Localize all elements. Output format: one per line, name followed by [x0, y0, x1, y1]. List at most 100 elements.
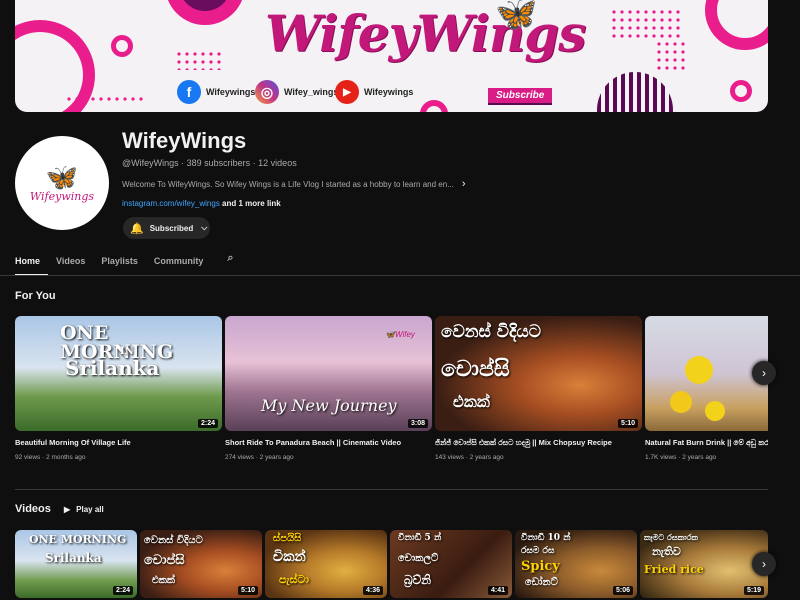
tab-videos[interactable]: Videos	[56, 252, 93, 276]
subscribed-button[interactable]: 🔔 Subscribed ⌵	[123, 217, 210, 239]
thumbnail-overlay-text: වෙනස් විදියට	[441, 322, 541, 342]
lemon-image	[670, 391, 692, 413]
play-all-button[interactable]: ▶ Play all	[64, 505, 104, 514]
banner-subscribe-tag: Subscribe	[488, 88, 553, 105]
thumbnail-overlay-text: එකක්	[453, 392, 490, 411]
video-thumbnail[interactable]: විනාඩි 5 න් චොකලට් බ්‍රව්නි 4:41	[390, 530, 512, 598]
description-text: Welcome To WifeyWings. So Wifey Wings is…	[122, 179, 454, 189]
thumbnail-overlay-text: කෑමට රසකාරක	[644, 532, 699, 542]
thumbnail-overlay-text: චොකලට්	[398, 553, 439, 564]
chevron-right-icon: ›	[762, 557, 766, 571]
video-duration: 5:19	[743, 586, 764, 595]
tabs-divider	[0, 275, 800, 276]
video-duration: 5:06	[612, 586, 633, 595]
channel-meta: @WifeyWings · 389 subscribers · 12 video…	[122, 158, 297, 168]
channel-tabs: Home Videos Playlists Community ⌕	[15, 252, 234, 276]
search-icon[interactable]: ⌕	[227, 252, 233, 276]
video-title[interactable]: ජින්ජ් චොප්සි එකක් රසට හදමු || Mix Chops…	[435, 438, 642, 448]
thumbnail-overlay-text: Srilanka	[65, 356, 160, 380]
video-thumbnail[interactable]: ONE MORNING Srilanka 2:24	[15, 530, 137, 598]
lemon-image	[705, 401, 725, 421]
video-thumbnail[interactable]: වෙනස් විදියට චොප්සි එකක් 5:10	[140, 530, 262, 598]
social-label: Wifeywings	[364, 87, 414, 97]
video-thumbnail[interactable]: ස්පයිසි චිකන් පැස්ටා 4:36	[265, 530, 387, 598]
butterfly-icon: 🦋	[495, 0, 538, 33]
thumbnail-overlay-text: Srilanka	[45, 551, 102, 565]
video-thumbnail[interactable]: ONE MORNING IN Srilanka 2:24	[15, 316, 222, 431]
video-duration: 5:10	[617, 419, 638, 428]
section-title-for-you: For You	[15, 290, 56, 302]
thumbnail-overlay-text: ඩෝනට්	[525, 577, 558, 588]
thumbnail-overlay-text: විනාඩි 10 න්	[521, 533, 571, 543]
channel-description[interactable]: Welcome To WifeyWings. So Wifey Wings is…	[122, 178, 466, 190]
thumbnail-overlay-text: නැතිව	[652, 545, 681, 558]
banner-decor-circle	[165, 0, 245, 25]
chevron-right-icon[interactable]: ›	[462, 178, 466, 190]
carousel-next-button[interactable]: ›	[752, 361, 776, 385]
butterfly-icon: 🦋	[45, 161, 79, 192]
chevron-down-icon: ⌵	[201, 223, 208, 232]
banner-decor-circle	[705, 0, 768, 50]
channel-links: instagram.com/wifey_wings and 1 more lin…	[122, 199, 281, 208]
video-title[interactable]: Beautiful Morning Of Village Life	[15, 438, 222, 447]
video-thumbnail[interactable]: විනාඩි 10 න් රසම රස Spicy ඩෝනට් 5:06	[515, 530, 637, 598]
thumbnail-overlay-text: Spicy	[521, 559, 560, 574]
thumbnail-overlay-text: Fried rice	[644, 563, 704, 576]
play-icon: ▶	[64, 505, 71, 514]
thumbnail-overlay-text: My New Journey	[261, 396, 397, 415]
video-thumbnail[interactable]: කෑමට රසකාරක නැතිව Fried rice 5:19	[640, 530, 768, 598]
video-duration: 5:10	[237, 586, 258, 595]
subscribed-label: Subscribed	[149, 223, 194, 233]
youtube-icon: ▶	[335, 80, 359, 104]
more-links[interactable]: and 1 more link	[222, 199, 281, 208]
channel-banner: WifeyWings 🦋 f Wifeywings ◎ Wifey_wings …	[15, 0, 768, 112]
video-meta: 274 views · 2 years ago	[225, 454, 294, 461]
watermark-logo: 🦋Wifey	[385, 330, 415, 339]
video-meta: 1.7K views · 2 years ago	[645, 454, 717, 461]
banner-social-youtube: ▶ Wifeywings	[335, 80, 413, 104]
social-label: Wifeywings	[206, 87, 256, 97]
video-title[interactable]: Natural Fat Burn Drink || මේ අඩු කර	[645, 438, 768, 448]
thumbnail-overlay-text: විනාඩි 5 න්	[398, 533, 442, 543]
banner-social-facebook: f Wifeywings	[177, 80, 255, 104]
banner-social-instagram: ◎ Wifey_wings	[255, 80, 338, 104]
banner-decor-ring	[420, 100, 448, 112]
banner-decor-dots	[610, 8, 680, 38]
tab-community[interactable]: Community	[154, 252, 212, 276]
video-thumbnail[interactable]: My New Journey 🦋Wifey 3:08	[225, 316, 432, 431]
thumbnail-overlay-text: රසම රස	[521, 546, 555, 556]
video-thumbnail[interactable]	[645, 316, 768, 431]
thumbnail-overlay-text: ස්පයිසි	[273, 533, 302, 544]
banner-decor-dots	[65, 95, 145, 105]
video-title[interactable]: Short Ride To Panadura Beach || Cinemati…	[225, 438, 432, 447]
tab-home[interactable]: Home	[15, 252, 49, 276]
channel-name: WifeyWings	[122, 128, 247, 153]
thumbnail-overlay-text: එකක්	[152, 575, 176, 586]
facebook-icon: f	[177, 80, 201, 104]
thumbnail-overlay-text: ONE MORNING	[29, 533, 127, 546]
avatar-text: Wifeywings	[29, 189, 95, 203]
instagram-link[interactable]: instagram.com/wifey_wings	[122, 199, 220, 208]
social-label: Wifey_wings	[284, 87, 339, 97]
tab-playlists[interactable]: Playlists	[101, 252, 146, 276]
banner-decor-ring	[111, 35, 133, 57]
lemon-image	[685, 356, 713, 384]
thumbnail-overlay-text: බ්‍රව්නි	[404, 573, 431, 587]
video-duration: 4:41	[487, 586, 508, 595]
section-title-videos: Videos	[15, 503, 51, 515]
bell-icon: 🔔	[130, 222, 144, 235]
carousel-next-button[interactable]: ›	[752, 552, 776, 576]
channel-avatar[interactable]: 🦋 Wifeywings	[15, 136, 109, 230]
video-meta: 92 views · 2 months ago	[15, 454, 86, 461]
thumbnail-overlay-text: පැස්ටා	[279, 573, 309, 586]
banner-decor-stripes	[597, 72, 673, 112]
video-thumbnail[interactable]: වෙනස් විදියට චොප්සි එකක් 5:10	[435, 316, 642, 431]
banner-decor-ring	[730, 80, 752, 102]
thumbnail-overlay-text: වෙනස් විදියට	[144, 535, 203, 546]
chevron-right-icon: ›	[762, 366, 766, 380]
video-meta: 143 views · 2 years ago	[435, 454, 504, 461]
section-divider	[15, 489, 768, 490]
thumbnail-overlay-text: චිකන්	[273, 549, 306, 565]
play-all-label: Play all	[76, 505, 104, 514]
video-duration: 3:08	[407, 419, 428, 428]
